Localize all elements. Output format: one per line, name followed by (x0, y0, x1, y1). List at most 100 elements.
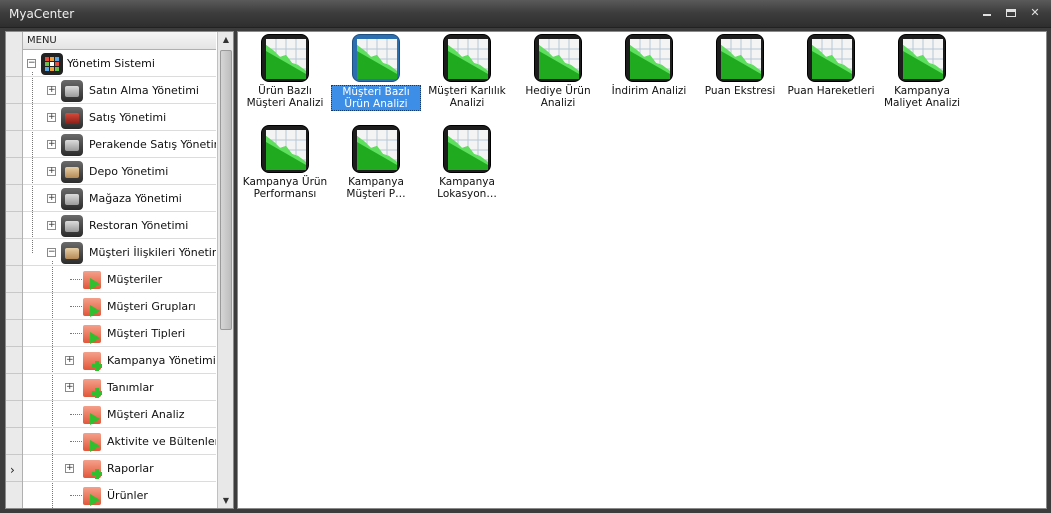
row-indicator-cell[interactable] (6, 50, 22, 77)
maximize-button[interactable] (1002, 5, 1020, 21)
report-tile[interactable]: Kampanya Lokasyon… (422, 123, 512, 209)
report-tile[interactable]: İndirim Analizi (604, 32, 694, 118)
scroll-thumb[interactable] (220, 50, 232, 330)
expand-toggle[interactable]: + (65, 356, 74, 365)
title-bar[interactable]: MyaCenter ✕ (0, 0, 1051, 28)
tree-item-label: Raporlar (107, 462, 154, 475)
expand-toggle[interactable]: + (47, 194, 56, 203)
purchase-icon (61, 80, 83, 102)
report-tile[interactable]: Kampanya Müşteri P… (331, 123, 421, 209)
report-play-icon (83, 271, 101, 290)
tree-header[interactable]: MENU (23, 32, 216, 50)
tree-item-label: Kampanya Yönetimi (107, 354, 216, 367)
tree-item-label: Depo Yönetimi (89, 165, 169, 178)
tree-item[interactable]: + Satın Alma Yönetimi (23, 77, 216, 104)
close-button[interactable]: ✕ (1026, 5, 1044, 21)
expand-toggle[interactable]: + (47, 86, 56, 95)
area-chart-icon (261, 125, 309, 173)
area-chart-icon (534, 34, 582, 82)
tree-item-label: Satış Yönetimi (89, 111, 167, 124)
expand-toggle[interactable]: + (47, 221, 56, 230)
minimize-button[interactable] (978, 5, 996, 21)
scroll-up-button[interactable]: ▲ (218, 32, 233, 48)
report-tile-label: Kampanya Lokasyon… (437, 176, 497, 200)
row-indicator-cell[interactable] (6, 104, 22, 131)
report-tile-label: Kampanya Ürün Performansı (242, 176, 328, 200)
report-tile[interactable]: Puan Hareketleri (786, 32, 876, 118)
report-tile[interactable]: Puan Ekstresi (695, 32, 785, 118)
report-tile-label: Puan Ekstresi (704, 85, 776, 97)
report-tile[interactable]: Müşteri Bazlı Ürün Analizi (331, 32, 421, 118)
tree-item[interactable]: + Restoran Yönetimi (23, 212, 216, 239)
collapse-toggle[interactable]: − (47, 248, 56, 257)
area-chart-icon (352, 34, 400, 82)
area-chart-icon (261, 34, 309, 82)
store-icon (61, 188, 83, 210)
report-icon-area: Ürün Bazlı Müşteri Analizi Müşteri Bazlı … (237, 31, 1047, 509)
tree-item[interactable]: + Depo Yönetimi (23, 158, 216, 185)
tree-item[interactable]: + Mağaza Yönetimi (23, 185, 216, 212)
menu-tree-panel: › MENU − Yönetim Sistemi + Satın Alma Yönet… (5, 31, 234, 509)
tree-item-label: Tanımlar (107, 381, 154, 394)
row-indicator-cell[interactable] (6, 401, 22, 428)
row-indicator-cell[interactable] (6, 428, 22, 455)
tree-connector-line (70, 279, 82, 280)
expand-toggle[interactable]: + (65, 383, 74, 392)
report-play-icon (83, 325, 101, 344)
scroll-down-button[interactable]: ▼ (218, 493, 233, 508)
tree-item[interactable]: Müşteri Grupları (23, 293, 216, 320)
row-indicator-cell[interactable] (6, 131, 22, 158)
report-tile-label: Hediye Ürün Analizi (525, 85, 591, 109)
row-indicator-cell[interactable] (6, 320, 22, 347)
row-indicator-cell[interactable] (6, 158, 22, 185)
row-indicator-cell[interactable] (6, 212, 22, 239)
tree-item[interactable]: − Müşteri İlişkileri Yönetimi (23, 239, 216, 266)
tree-item[interactable]: + Raporlar (23, 455, 216, 482)
tree-item-label: Mağaza Yönetimi (89, 192, 182, 205)
expand-toggle[interactable]: + (47, 140, 56, 149)
tree-item[interactable]: + Kampanya Yönetimi (23, 347, 216, 374)
report-tile-label: Ürün Bazlı Müşteri Analizi (246, 85, 324, 109)
row-indicator-cell[interactable] (6, 266, 22, 293)
expand-toggle[interactable]: + (65, 464, 74, 473)
report-tile[interactable]: Kampanya Maliyet Analizi (877, 32, 967, 118)
report-plus-icon (83, 352, 102, 371)
report-tile[interactable]: Müşteri Karlılık Analizi (422, 32, 512, 118)
tree-item[interactable]: + Tanımlar (23, 374, 216, 401)
tree-item[interactable]: Müşteri Tipleri (23, 320, 216, 347)
row-indicator-cell[interactable] (6, 185, 22, 212)
barcode-icon (61, 134, 83, 156)
row-indicator-cell[interactable] (6, 482, 22, 508)
tree-connector-line (70, 495, 82, 496)
tree-item-label: Müşteri Tipleri (107, 327, 186, 340)
report-play-icon (83, 487, 101, 506)
row-indicator-cell[interactable] (6, 239, 22, 266)
area-chart-icon (443, 125, 491, 173)
report-tile-label: Müşteri Bazlı Ürün Analizi (331, 85, 421, 111)
tree-item[interactable]: Aktivite ve Bültenler (23, 428, 216, 455)
expand-toggle[interactable]: + (47, 113, 56, 122)
tree-item[interactable]: + Satış Yönetimi (23, 104, 216, 131)
grid-icon (41, 53, 63, 75)
collapse-toggle[interactable]: − (27, 59, 36, 68)
tree-item[interactable]: Müşteriler (23, 266, 216, 293)
report-tile[interactable]: Ürün Bazlı Müşteri Analizi (240, 32, 330, 118)
row-indicator-cell[interactable] (6, 77, 22, 104)
tree-item[interactable]: + Perakende Satış Yönetimi (23, 131, 216, 158)
area-chart-icon (716, 34, 764, 82)
expand-toggle[interactable]: + (47, 167, 56, 176)
tree-item-label: Restoran Yönetimi (89, 219, 189, 232)
tree-scrollbar[interactable]: ▲ ▼ (217, 32, 233, 508)
main-window: MyaCenter ✕ › MENU − Yönetim Sistemi + Satı… (0, 0, 1051, 513)
warehouse-icon (61, 161, 83, 183)
tree-item[interactable]: Ürünler (23, 482, 216, 508)
row-indicator-column (6, 32, 23, 508)
report-tile[interactable]: Hediye Ürün Analizi (513, 32, 603, 118)
tree-item[interactable]: − Yönetim Sistemi (23, 50, 216, 77)
report-plus-icon (83, 460, 102, 479)
report-tile[interactable]: Kampanya Ürün Performansı (240, 123, 330, 209)
row-indicator-cell[interactable] (6, 293, 22, 320)
row-indicator-cell[interactable] (6, 374, 22, 401)
row-indicator-cell[interactable] (6, 347, 22, 374)
tree-item[interactable]: Müşteri Analiz (23, 401, 216, 428)
